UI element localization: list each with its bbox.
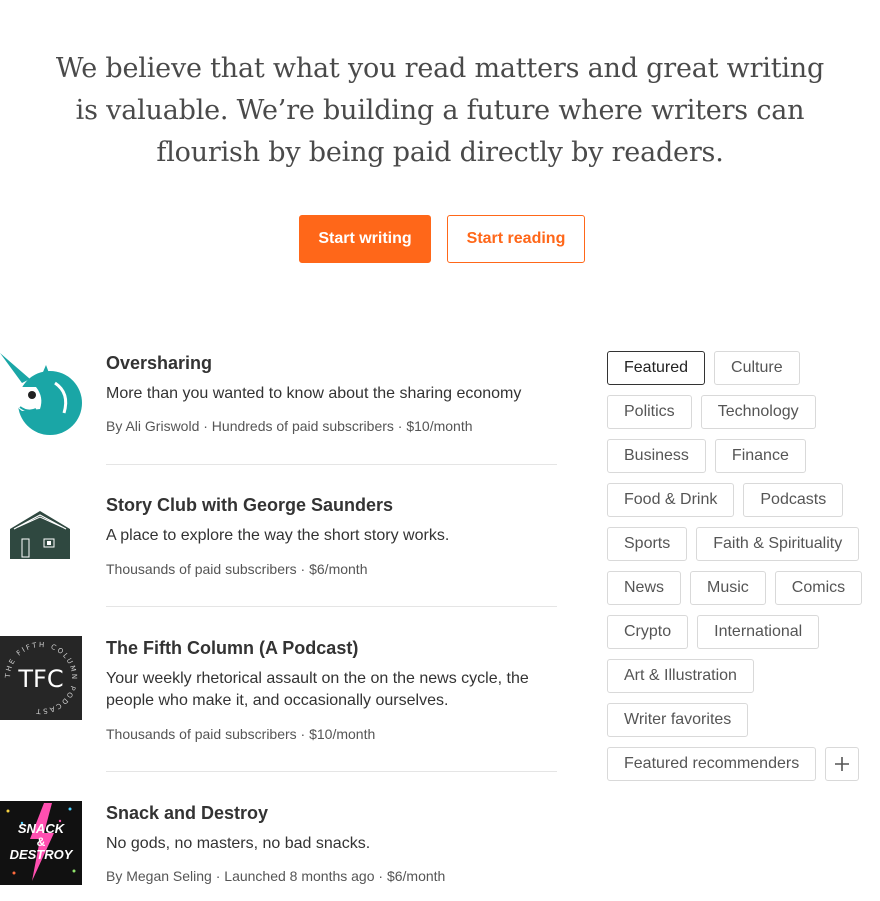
hero-line: is valuable. We’re building a future whe… [75,95,805,126]
publication-meta: By Ali Griswold · Hundreds of paid subsc… [106,418,473,434]
category-row: Politics Technology [607,395,877,429]
category-chip-finance[interactable]: Finance [714,439,806,473]
publication-description: A place to explore the way the short sto… [106,527,450,544]
category-chip-food-drink[interactable]: Food & Drink [607,483,735,517]
publication-meta: Thousands of paid subscribers · $6/month [106,561,368,577]
category-chip-crypto[interactable]: Crypto [607,615,689,649]
publication-name[interactable]: Story Club with George Saunders [106,495,393,516]
category-row: News Music Comics [607,571,877,605]
category-row: Crypto International [607,615,877,649]
snack-logo-line: SNACK [18,821,66,836]
category-chip-featured-recommenders[interactable]: Featured recommenders [607,747,817,781]
category-row: Art & Illustration [607,659,877,693]
snack-logo-line: DESTROY [10,847,74,862]
category-row: Featured recommenders [607,747,877,781]
category-chip-international[interactable]: International [697,615,820,649]
category-chip-culture[interactable]: Culture [714,351,800,385]
category-chip-music[interactable]: Music [690,571,766,605]
category-chip-writer-favorites[interactable]: Writer favorites [607,703,749,737]
category-row: Sports Faith & Spirituality [607,527,877,561]
publication-description: No gods, no masters, no bad snacks. [106,835,371,852]
category-row: Writer favorites [607,703,877,737]
snack-destroy-badge[interactable]: SNACK & DESTROY [0,801,82,885]
category-chip-technology[interactable]: Technology [700,395,816,429]
publication-description: More than you wanted to know about the s… [106,385,522,402]
barn-icon[interactable] [0,495,82,579]
divider [106,464,557,465]
category-filter: Featured Culture Politics Technology Bus… [607,351,877,791]
category-chip-business[interactable]: Business [607,439,706,473]
category-chip-featured[interactable]: Featured [607,351,706,385]
divider [106,606,557,607]
category-chip-news[interactable]: News [607,571,682,605]
start-writing-button[interactable]: Start writing [299,215,431,263]
category-chip-comics[interactable]: Comics [774,571,863,605]
publication-name[interactable]: Oversharing [106,353,212,374]
unicorn-icon[interactable] [0,353,82,437]
plus-icon[interactable] [825,747,860,781]
divider [106,771,557,772]
hero-line: flourish by being paid directly by reade… [156,137,724,168]
hero-statement: We believe that what you read matters an… [0,48,880,174]
publication-name[interactable]: Snack and Destroy [106,803,268,824]
category-chip-politics[interactable]: Politics [607,395,692,429]
category-row: Food & Drink Podcasts [607,483,877,517]
category-row: Business Finance [607,439,877,473]
publication-meta: Thousands of paid subscribers · $10/mont… [106,726,376,742]
tfc-logo-text: TFC [17,665,63,693]
category-row: Featured Culture [607,351,877,385]
start-reading-button[interactable]: Start reading [447,215,585,263]
category-chip-faith-spirituality[interactable]: Faith & Spirituality [696,527,860,561]
publication-meta: By Megan Seling · Launched 8 months ago … [106,868,446,884]
category-chip-sports[interactable]: Sports [607,527,688,561]
hero-line: We believe that what you read matters an… [55,53,825,84]
publication-name[interactable]: The Fifth Column (A Podcast) [106,638,358,659]
publication-description: Your weekly rhetorical assault on the on… [106,670,529,709]
category-chip-art-illustration[interactable]: Art & Illustration [607,659,754,693]
tfc-badge[interactable]: THE FIFTH COLUMN PODCAST TFC [0,636,82,720]
category-chip-podcasts[interactable]: Podcasts [743,483,844,517]
